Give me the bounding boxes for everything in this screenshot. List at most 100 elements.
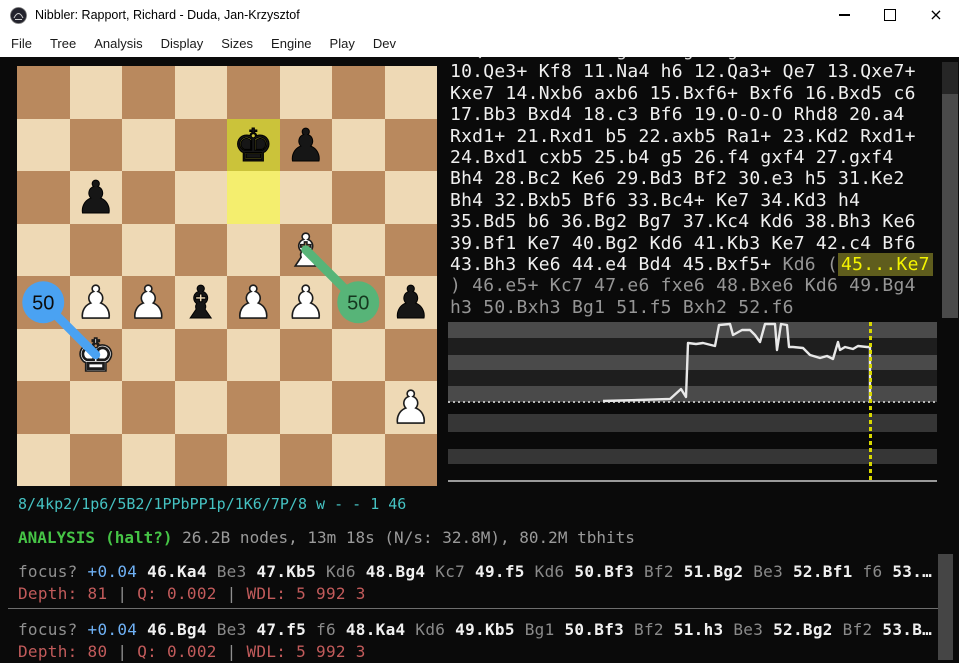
engine-token[interactable]: 52.Bf1 — [793, 562, 853, 581]
square-f2[interactable] — [280, 381, 333, 434]
square-d8[interactable] — [175, 66, 228, 119]
black-king-e7[interactable]: ♚ — [227, 119, 280, 172]
square-b7[interactable] — [70, 119, 123, 172]
white-king-b3[interactable]: ♚ — [70, 329, 123, 382]
engine-token[interactable]: 46.Ka4 — [147, 562, 207, 581]
square-a2[interactable] — [17, 381, 70, 434]
move-text[interactable]: Bh4 32.Bxb5 Bf6 33.Bc4+ Ke7 34.Kd3 h4 — [450, 190, 860, 211]
move-list-scrollbar-thumb[interactable] — [942, 94, 958, 318]
engine-token[interactable]: Be3 — [217, 562, 247, 581]
engine-token[interactable]: 50.Bf3 — [574, 562, 634, 581]
engine-token[interactable]: Be3 — [753, 562, 783, 581]
square-a1[interactable] — [17, 434, 70, 487]
engine-token[interactable]: 46.Bg4 — [147, 620, 207, 639]
white-bishop-f5[interactable]: ♝ — [280, 224, 333, 277]
current-move[interactable]: 45...Ke7 — [838, 253, 933, 276]
engine-info-scrollbar[interactable] — [938, 554, 953, 660]
square-a4[interactable] — [17, 276, 70, 329]
eval-graph[interactable] — [448, 322, 937, 481]
move-text[interactable]: Rxd1+ 21.Rxd1 b5 22.axb5 Ra1+ 23.Kd2 Rxd… — [450, 126, 916, 147]
square-e3[interactable] — [227, 329, 280, 382]
square-d7[interactable] — [175, 119, 228, 172]
move-text[interactable]: 24.Bxd1 cxb5 25.b4 g5 26.f4 gxf4 27.gxf4 — [450, 147, 893, 168]
square-g7[interactable] — [332, 119, 385, 172]
chess-board[interactable]: ♚♟♟♝♟♟♝♟♟♟♚♟ 5050 — [17, 66, 437, 486]
square-h8[interactable] — [385, 66, 438, 119]
square-b2[interactable] — [70, 381, 123, 434]
close-button[interactable]: × — [913, 0, 959, 30]
square-d2[interactable] — [175, 381, 228, 434]
engine-token[interactable]: Be3 — [733, 620, 763, 639]
menu-item-tree[interactable]: Tree — [41, 30, 85, 57]
square-a6[interactable] — [17, 171, 70, 224]
white-pawn-h2[interactable]: ♟ — [385, 381, 438, 434]
square-a7[interactable] — [17, 119, 70, 172]
square-f6[interactable] — [280, 171, 333, 224]
square-c1[interactable] — [122, 434, 175, 487]
engine-token[interactable]: f6 — [316, 620, 336, 639]
move-text[interactable]: 17.Bb3 Bxd4 18.c3 Bf6 19.O-O-O Rhd8 20.a… — [450, 104, 905, 125]
black-pawn-b6[interactable]: ♟ — [70, 171, 123, 224]
square-f1[interactable] — [280, 434, 333, 487]
square-e5[interactable] — [227, 224, 280, 277]
square-d5[interactable] — [175, 224, 228, 277]
square-a3[interactable] — [17, 329, 70, 382]
engine-token[interactable]: 53.B… — [882, 620, 932, 639]
square-g8[interactable] — [332, 66, 385, 119]
square-h5[interactable] — [385, 224, 438, 277]
square-a8[interactable] — [17, 66, 70, 119]
white-pawn-f4[interactable]: ♟ — [280, 276, 333, 329]
black-pawn-f7[interactable]: ♟ — [280, 119, 333, 172]
move-text[interactable]: 35.Bd5 b6 36.Bg2 Bg7 37.Kc4 Kd6 38.Bh3 K… — [450, 211, 916, 232]
engine-token[interactable]: 49.Kb5 — [455, 620, 515, 639]
engine-token[interactable]: 51.h3 — [674, 620, 724, 639]
square-f8[interactable] — [280, 66, 333, 119]
engine-token[interactable]: 53.… — [892, 562, 932, 581]
square-e2[interactable] — [227, 381, 280, 434]
move-text[interactable]: ) 46.e5+ Kc7 47.e6 fxe6 48.Bxe6 Kd6 49.B… — [450, 275, 916, 296]
move-text[interactable]: Kxe7 14.Nxb6 axb6 15.Bxf6+ Bxf6 16.Bxd5 … — [450, 83, 916, 104]
minimize-button[interactable] — [821, 0, 867, 30]
white-pawn-e4[interactable]: ♟ — [227, 276, 280, 329]
engine-token[interactable]: 47.Kb5 — [256, 562, 316, 581]
square-a5[interactable] — [17, 224, 70, 277]
square-c5[interactable] — [122, 224, 175, 277]
black-pawn-h4[interactable]: ♟ — [385, 276, 438, 329]
square-f3[interactable] — [280, 329, 333, 382]
menu-item-play[interactable]: Play — [321, 30, 364, 57]
engine-token[interactable]: Bg1 — [525, 620, 555, 639]
engine-token[interactable]: Bf2 — [644, 562, 674, 581]
halt-toggle[interactable]: (halt?) — [105, 528, 172, 547]
black-bishop-d4[interactable]: ♝ — [175, 276, 228, 329]
square-h1[interactable] — [385, 434, 438, 487]
square-b1[interactable] — [70, 434, 123, 487]
menu-item-analysis[interactable]: Analysis — [85, 30, 151, 57]
move-text[interactable]: Bh4 28.Bc2 Ke6 29.Bd3 Bf2 30.e3 h5 31.Ke… — [450, 168, 905, 189]
square-e1[interactable] — [227, 434, 280, 487]
engine-token[interactable]: f6 — [863, 562, 883, 581]
square-h3[interactable] — [385, 329, 438, 382]
square-e6[interactable] — [227, 171, 280, 224]
engine-token[interactable]: 48.Bg4 — [366, 562, 426, 581]
square-c7[interactable] — [122, 119, 175, 172]
square-g2[interactable] — [332, 381, 385, 434]
engine-token[interactable]: 47.f5 — [256, 620, 306, 639]
engine-token[interactable]: Be3 — [217, 620, 247, 639]
square-c8[interactable] — [122, 66, 175, 119]
menu-item-sizes[interactable]: Sizes — [212, 30, 262, 57]
engine-token[interactable]: Kd6 — [415, 620, 445, 639]
menu-item-engine[interactable]: Engine — [262, 30, 320, 57]
menu-item-file[interactable]: File — [2, 30, 41, 57]
move-text[interactable]: 39.Bf1 Ke7 40.Bg2 Kd6 41.Kb3 Ke7 42.c4 B… — [450, 233, 916, 254]
focus-toggle[interactable]: focus? — [18, 620, 78, 639]
square-g5[interactable] — [332, 224, 385, 277]
square-h7[interactable] — [385, 119, 438, 172]
square-g4[interactable] — [332, 276, 385, 329]
square-h6[interactable] — [385, 171, 438, 224]
engine-token[interactable]: 49.f5 — [475, 562, 525, 581]
maximize-button[interactable] — [867, 0, 913, 30]
engine-token[interactable]: Kc7 — [435, 562, 465, 581]
square-e8[interactable] — [227, 66, 280, 119]
square-c2[interactable] — [122, 381, 175, 434]
square-b5[interactable] — [70, 224, 123, 277]
